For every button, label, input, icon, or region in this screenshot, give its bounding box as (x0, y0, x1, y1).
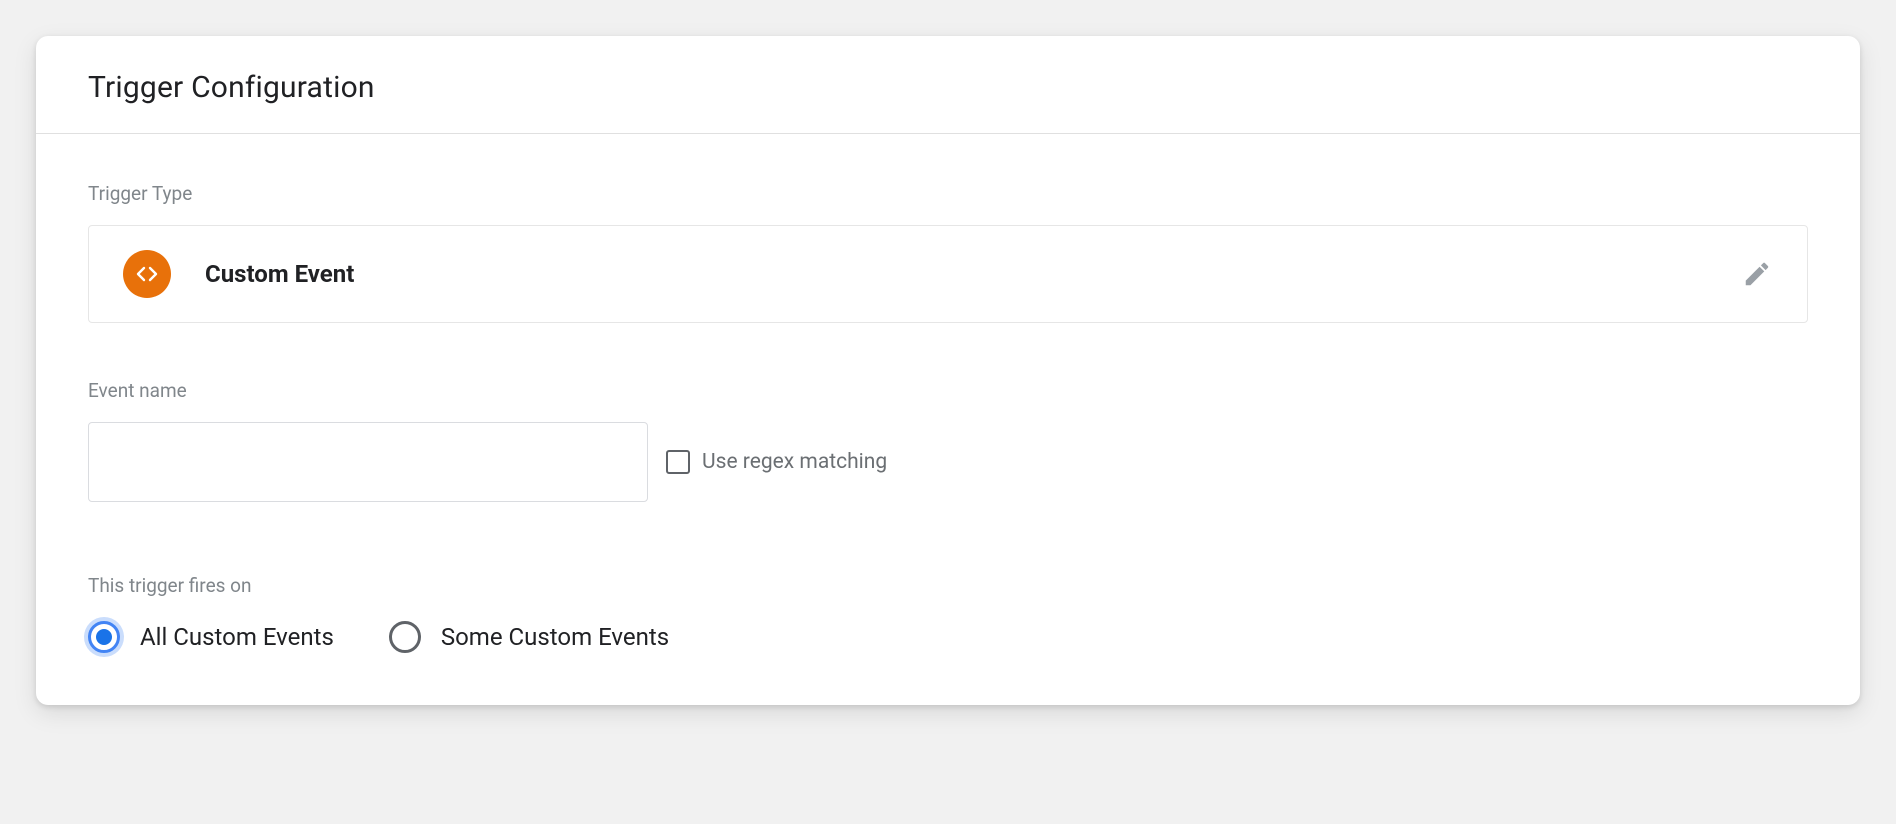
trigger-config-card: Trigger Configuration Trigger Type Custo… (36, 36, 1860, 705)
regex-checkbox-label: Use regex matching (702, 450, 887, 474)
code-icon (123, 250, 171, 298)
regex-checkbox[interactable]: Use regex matching (666, 450, 887, 474)
event-name-label: Event name (88, 379, 1808, 402)
radio-icon (389, 621, 421, 653)
edit-trigger-type-button[interactable] (1737, 254, 1777, 294)
pencil-icon (1742, 259, 1772, 289)
radio-label: Some Custom Events (441, 623, 669, 651)
card-body: Trigger Type Custom Event (36, 134, 1860, 705)
fires-on-radio-group: All Custom Events Some Custom Events (88, 621, 1808, 653)
fires-on-label: This trigger fires on (88, 574, 1808, 597)
trigger-type-value: Custom Event (205, 260, 1703, 288)
card-title: Trigger Configuration (88, 70, 1812, 105)
card-header: Trigger Configuration (36, 36, 1860, 134)
trigger-type-label: Trigger Type (88, 182, 1808, 205)
event-name-input[interactable] (88, 422, 648, 502)
radio-icon (88, 621, 120, 653)
radio-some-custom-events[interactable]: Some Custom Events (389, 621, 669, 653)
checkbox-icon (666, 450, 690, 474)
radio-label: All Custom Events (140, 623, 334, 651)
trigger-type-selector[interactable]: Custom Event (88, 225, 1808, 323)
radio-all-custom-events[interactable]: All Custom Events (88, 621, 334, 653)
